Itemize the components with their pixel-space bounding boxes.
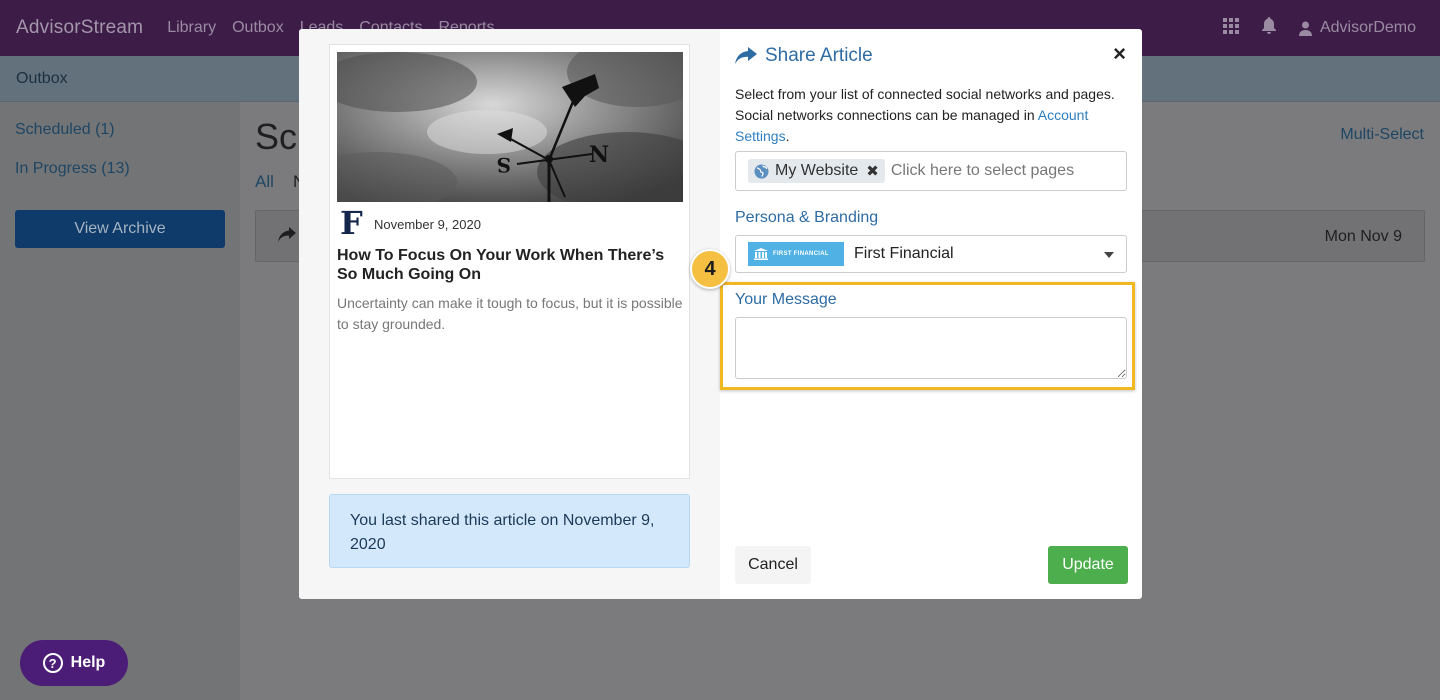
share-title: Share Article xyxy=(735,45,873,67)
persona-logo-text: FIRST FINANCIAL xyxy=(773,251,829,257)
bank-icon xyxy=(754,248,768,260)
grid-icon[interactable] xyxy=(1222,17,1239,39)
share-description-end: . xyxy=(785,128,790,144)
sidebar-item-scheduled[interactable]: Scheduled (1) xyxy=(15,121,115,139)
update-button[interactable]: Update xyxy=(1048,546,1128,584)
selected-page-tag: My Website ✖ xyxy=(748,159,885,183)
user-name: AdvisorDemo xyxy=(1319,19,1416,36)
cancel-button[interactable]: Cancel xyxy=(735,546,811,584)
last-shared-notice: You last shared this article on November… xyxy=(329,494,690,568)
persona-value: First Financial xyxy=(854,245,954,262)
remove-tag-icon[interactable]: ✖ xyxy=(866,162,879,180)
help-label: Help xyxy=(70,654,106,671)
pages-select[interactable]: My Website ✖ Click here to select pages xyxy=(735,151,1127,191)
article-card: N S F November 9, 2020 How To Focus On Y… xyxy=(329,44,690,479)
share-icon xyxy=(278,227,296,248)
selected-page-label: My Website xyxy=(775,162,859,179)
help-button[interactable]: ? Help xyxy=(20,640,128,686)
question-icon: ? xyxy=(42,653,63,673)
share-form-panel: Share Article × Select from your list of… xyxy=(720,29,1142,599)
view-archive-button[interactable]: View Archive xyxy=(15,210,225,248)
nav-library[interactable]: Library xyxy=(167,19,216,37)
user-icon xyxy=(1298,21,1312,36)
sub-header-title: Outbox xyxy=(16,70,68,87)
user-menu[interactable]: AdvisorDemo xyxy=(1298,19,1416,37)
sidebar: Scheduled (1) In Progress (13) View Arch… xyxy=(0,102,240,700)
bell-icon[interactable] xyxy=(1261,17,1277,39)
article-image: N S xyxy=(337,52,683,202)
svg-text:S: S xyxy=(497,153,511,177)
article-description: Uncertainty can make it tough to focus, … xyxy=(337,295,683,332)
message-textarea[interactable] xyxy=(735,317,1127,379)
persona-logo: FIRST FINANCIAL xyxy=(748,242,844,266)
sidebar-item-in-progress[interactable]: In Progress (13) xyxy=(15,160,130,178)
share-title-text: Share Article xyxy=(765,45,873,66)
filter-all-tab[interactable]: All xyxy=(255,172,274,192)
share-description: Select from your list of connected socia… xyxy=(735,84,1130,147)
brand-logo[interactable]: AdvisorStream xyxy=(16,17,143,39)
chevron-down-icon xyxy=(1104,252,1114,258)
globe-icon xyxy=(754,164,769,178)
article-title: How To Focus On Your Work When There’s S… xyxy=(337,247,665,283)
persona-select[interactable]: FIRST FINANCIAL First Financial xyxy=(735,235,1127,273)
close-icon[interactable]: × xyxy=(1113,43,1126,65)
step-badge: 4 xyxy=(690,249,730,289)
persona-branding-label: Persona & Branding xyxy=(735,209,879,226)
article-date: November 9, 2020 xyxy=(374,217,481,232)
publisher-logo: F xyxy=(340,204,363,242)
svg-text:N: N xyxy=(589,142,609,168)
multi-select-link[interactable]: Multi-Select xyxy=(1340,126,1424,144)
share-icon xyxy=(735,47,757,64)
row-date: Mon Nov 9 xyxy=(1324,228,1402,245)
article-preview-panel: N S F November 9, 2020 How To Focus On Y… xyxy=(299,29,720,599)
pages-placeholder: Click here to select pages xyxy=(890,162,1075,179)
nav-outbox[interactable]: Outbox xyxy=(232,19,284,37)
your-message-label: Your Message xyxy=(735,291,837,308)
share-article-modal: N S F November 9, 2020 How To Focus On Y… xyxy=(299,29,1142,599)
